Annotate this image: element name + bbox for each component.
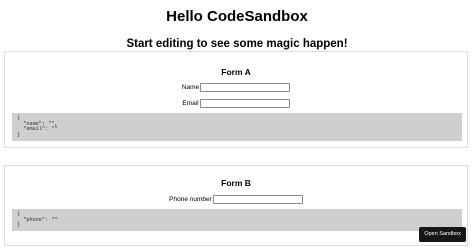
- page-title: Hello CodeSandbox: [166, 8, 308, 25]
- open-sandbox-button[interactable]: Open Sandbox: [419, 227, 466, 242]
- form-b-card: Form B Phone number { "phone": "" }: [4, 165, 468, 246]
- phone-row: Phone number: [5, 195, 467, 204]
- form-a-title: Form A: [221, 67, 251, 77]
- form-b-title: Form B: [221, 178, 251, 188]
- form-a-card: Form A Name Email { "name": "", "email":…: [4, 51, 468, 148]
- email-row: Email: [5, 99, 467, 108]
- page-subtitle: Start editing to see some magic happen!: [126, 38, 348, 50]
- phone-input[interactable]: [212, 195, 303, 204]
- form-a-json-output: { "name": "", "email": "" }: [12, 113, 462, 141]
- form-b-json-output: { "phone": "" }: [12, 209, 462, 231]
- name-input[interactable]: [200, 83, 291, 92]
- email-input[interactable]: [199, 99, 290, 108]
- name-label: Name: [181, 83, 200, 91]
- email-label: Email: [182, 99, 199, 107]
- phone-label: Phone number: [169, 195, 212, 203]
- name-row: Name: [5, 83, 467, 92]
